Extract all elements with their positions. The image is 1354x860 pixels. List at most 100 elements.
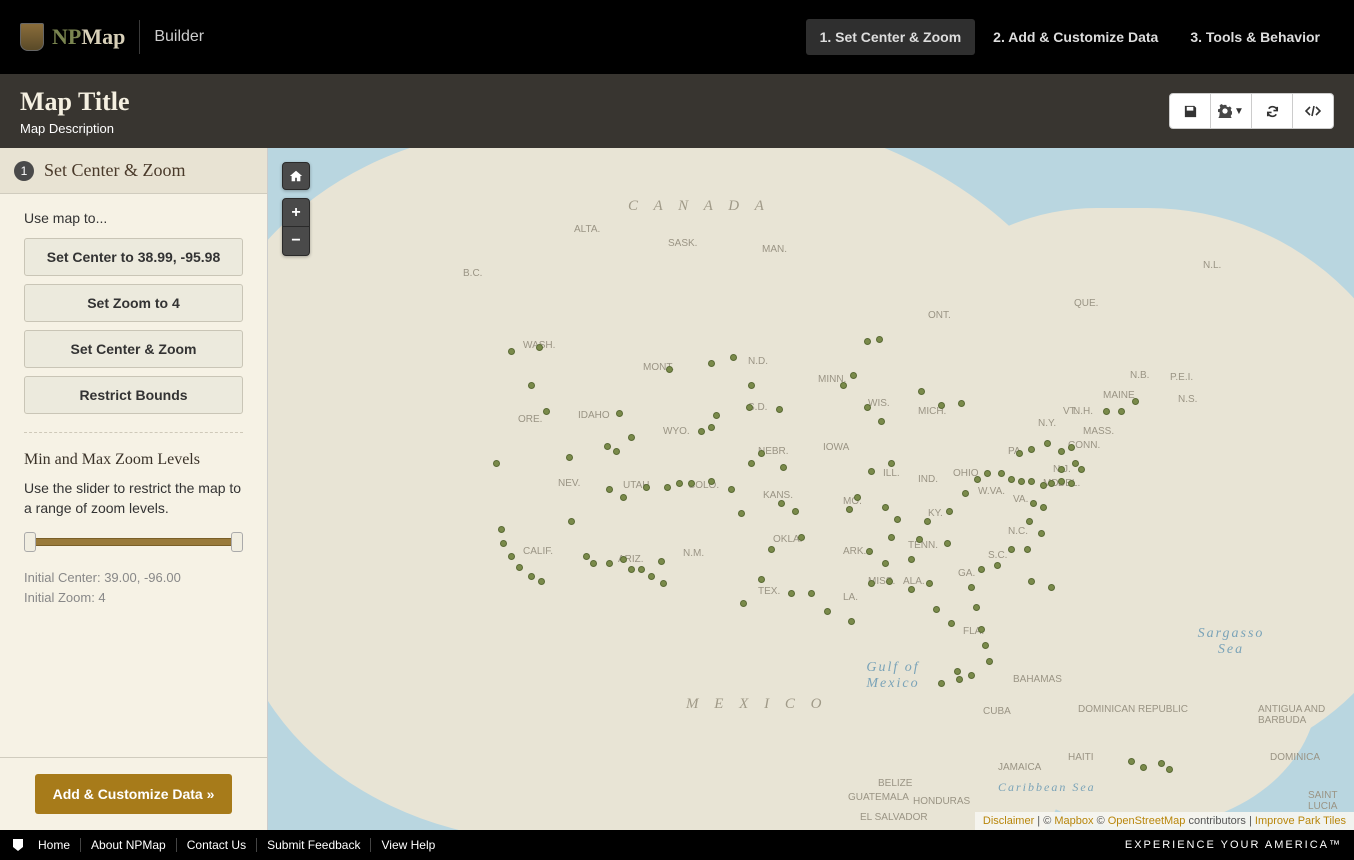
park-marker[interactable] <box>916 536 923 543</box>
park-marker[interactable] <box>926 580 933 587</box>
zoom-in-button[interactable]: + <box>282 199 310 227</box>
park-marker[interactable] <box>1068 480 1075 487</box>
park-marker[interactable] <box>808 590 815 597</box>
park-marker[interactable] <box>882 560 889 567</box>
park-marker[interactable] <box>1028 478 1035 485</box>
park-marker[interactable] <box>1018 478 1025 485</box>
nav-step-1[interactable]: 1. Set Center & Zoom <box>806 19 976 55</box>
nav-step-2[interactable]: 2. Add & Customize Data <box>979 19 1172 55</box>
park-marker[interactable] <box>968 584 975 591</box>
park-marker[interactable] <box>1028 446 1035 453</box>
park-marker[interactable] <box>792 508 799 515</box>
park-marker[interactable] <box>962 490 969 497</box>
park-marker[interactable] <box>864 404 871 411</box>
park-marker[interactable] <box>730 354 737 361</box>
park-marker[interactable] <box>982 642 989 649</box>
park-marker[interactable] <box>628 566 635 573</box>
park-marker[interactable] <box>888 534 895 541</box>
park-marker[interactable] <box>1030 500 1037 507</box>
park-marker[interactable] <box>918 388 925 395</box>
slider-handle-max[interactable] <box>231 532 243 552</box>
park-marker[interactable] <box>728 486 735 493</box>
park-marker[interactable] <box>864 338 871 345</box>
park-marker[interactable] <box>688 480 695 487</box>
park-marker[interactable] <box>998 470 1005 477</box>
park-marker[interactable] <box>868 580 875 587</box>
park-marker[interactable] <box>986 658 993 665</box>
park-marker[interactable] <box>868 468 875 475</box>
park-marker[interactable] <box>954 668 961 675</box>
osm-link[interactable]: OpenStreetMap <box>1108 815 1186 827</box>
park-marker[interactable] <box>824 608 831 615</box>
park-marker[interactable] <box>1078 466 1085 473</box>
park-marker[interactable] <box>648 573 655 580</box>
park-marker[interactable] <box>658 558 665 565</box>
park-marker[interactable] <box>958 400 965 407</box>
park-marker[interactable] <box>620 494 627 501</box>
park-marker[interactable] <box>528 573 535 580</box>
park-marker[interactable] <box>746 404 753 411</box>
park-marker[interactable] <box>948 620 955 627</box>
park-marker[interactable] <box>1058 478 1065 485</box>
park-marker[interactable] <box>660 580 667 587</box>
park-marker[interactable] <box>840 382 847 389</box>
park-marker[interactable] <box>638 566 645 573</box>
park-marker[interactable] <box>628 434 635 441</box>
park-marker[interactable] <box>528 382 535 389</box>
slider-handle-min[interactable] <box>24 532 36 552</box>
improve-link[interactable]: Improve Park Tiles <box>1255 815 1346 827</box>
park-marker[interactable] <box>946 508 953 515</box>
park-marker[interactable] <box>1166 766 1173 773</box>
park-marker[interactable] <box>1008 546 1015 553</box>
park-marker[interactable] <box>776 406 783 413</box>
footer-help[interactable]: View Help <box>371 838 445 852</box>
park-marker[interactable] <box>973 604 980 611</box>
park-marker[interactable] <box>758 576 765 583</box>
footer-about[interactable]: About NPMap <box>81 838 177 852</box>
park-marker[interactable] <box>508 553 515 560</box>
park-marker[interactable] <box>984 470 991 477</box>
park-marker[interactable] <box>1038 530 1045 537</box>
park-marker[interactable] <box>780 464 787 471</box>
park-marker[interactable] <box>738 510 745 517</box>
park-marker[interactable] <box>894 516 901 523</box>
mapbox-link[interactable]: Mapbox <box>1054 815 1093 827</box>
park-marker[interactable] <box>938 680 945 687</box>
park-marker[interactable] <box>938 402 945 409</box>
refresh-button[interactable] <box>1251 93 1293 129</box>
restrict-bounds-button[interactable]: Restrict Bounds <box>24 376 243 414</box>
park-marker[interactable] <box>1026 518 1033 525</box>
park-marker[interactable] <box>924 518 931 525</box>
park-marker[interactable] <box>1040 504 1047 511</box>
park-marker[interactable] <box>994 562 1001 569</box>
park-marker[interactable] <box>1132 398 1139 405</box>
footer-home[interactable]: Home <box>28 838 81 852</box>
park-marker[interactable] <box>944 540 951 547</box>
park-marker[interactable] <box>850 372 857 379</box>
park-marker[interactable] <box>1128 758 1135 765</box>
map-description[interactable]: Map Description <box>20 121 130 136</box>
park-marker[interactable] <box>1008 476 1015 483</box>
park-marker[interactable] <box>968 672 975 679</box>
park-marker[interactable] <box>974 476 981 483</box>
code-button[interactable] <box>1292 93 1334 129</box>
park-marker[interactable] <box>1140 764 1147 771</box>
park-marker[interactable] <box>508 348 515 355</box>
park-marker[interactable] <box>1048 584 1055 591</box>
park-marker[interactable] <box>498 526 505 533</box>
park-marker[interactable] <box>493 460 500 467</box>
park-marker[interactable] <box>613 448 620 455</box>
park-marker[interactable] <box>590 560 597 567</box>
park-marker[interactable] <box>748 460 755 467</box>
park-marker[interactable] <box>1028 578 1035 585</box>
park-marker[interactable] <box>1024 546 1031 553</box>
park-marker[interactable] <box>748 382 755 389</box>
park-marker[interactable] <box>908 556 915 563</box>
disclaimer-link[interactable]: Disclaimer <box>983 815 1034 827</box>
home-button[interactable] <box>282 162 310 190</box>
park-marker[interactable] <box>566 454 573 461</box>
set-center-button[interactable]: Set Center to 38.99, -95.98 <box>24 238 243 276</box>
park-marker[interactable] <box>538 578 545 585</box>
park-marker[interactable] <box>866 548 873 555</box>
park-marker[interactable] <box>740 600 747 607</box>
